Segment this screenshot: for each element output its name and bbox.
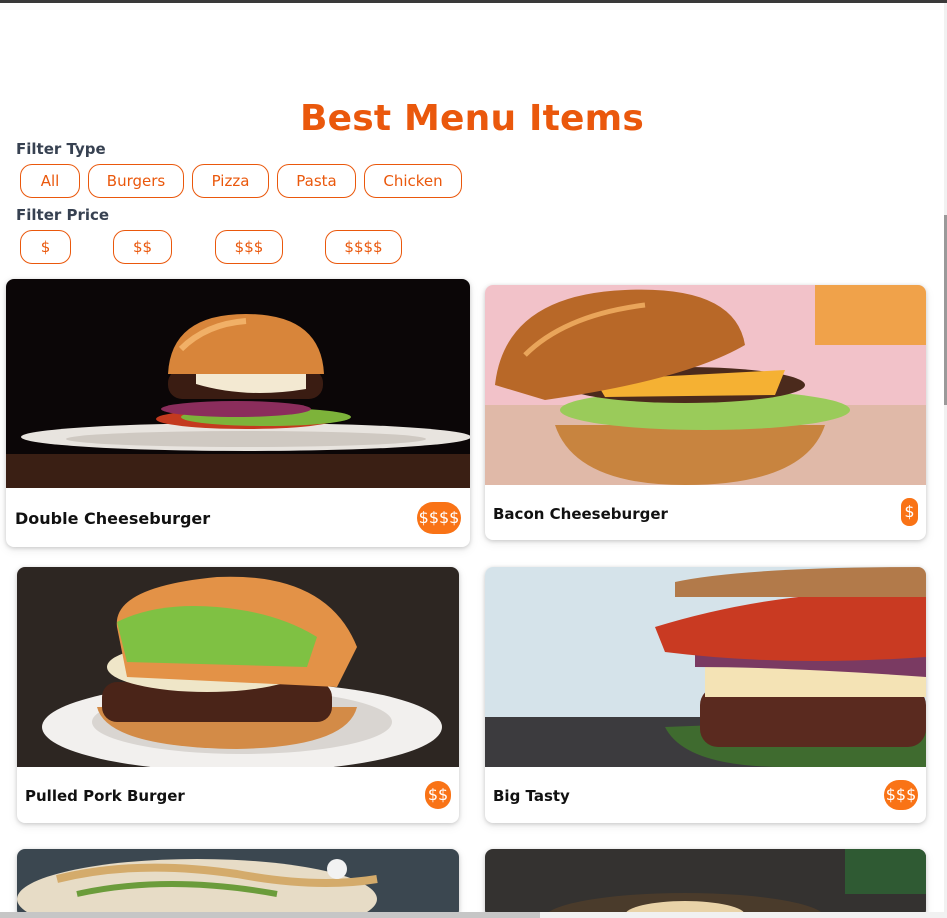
price-badge: $ — [901, 498, 918, 526]
horizontal-scrollbar-thumb[interactable] — [0, 912, 540, 918]
menu-item-image — [485, 849, 926, 918]
filter-price-3-button[interactable]: $$$ — [215, 230, 283, 264]
price-badge: $$$$ — [417, 502, 461, 534]
menu-item-image — [6, 279, 470, 488]
menu-item-card[interactable] — [485, 849, 926, 918]
filter-type-pasta-button[interactable]: Pasta — [277, 164, 356, 198]
menu-item-image — [485, 567, 926, 767]
filter-type-chicken-button[interactable]: Chicken — [364, 164, 462, 198]
menu-item-name: Double Cheeseburger — [15, 509, 211, 528]
page-title: Best Menu Items — [299, 98, 644, 139]
menu-item-image — [17, 567, 459, 767]
filter-type-all-button[interactable]: All — [20, 164, 80, 198]
menu-item-image — [17, 849, 459, 918]
filter-price-1-button[interactable]: $ — [20, 230, 71, 264]
filter-price-label: Filter Price — [16, 206, 110, 224]
menu-item-card[interactable]: Bacon Cheeseburger $ — [485, 285, 926, 540]
price-badge: $$ — [425, 781, 451, 809]
menu-item-name: Big Tasty — [493, 787, 570, 805]
menu-item-image — [485, 285, 926, 485]
menu-item-card[interactable]: Big Tasty $$$ — [485, 567, 926, 823]
filter-type-pizza-button[interactable]: Pizza — [192, 164, 269, 198]
menu-item-name: Bacon Cheeseburger — [493, 505, 668, 523]
filter-type-label: Filter Type — [16, 140, 106, 158]
filter-price-4-button[interactable]: $$$$ — [325, 230, 402, 264]
menu-item-card[interactable] — [17, 849, 459, 918]
price-badge: $$$ — [884, 780, 918, 810]
menu-item-card[interactable]: Pulled Pork Burger $$ — [17, 567, 459, 823]
filter-price-2-button[interactable]: $$ — [113, 230, 172, 264]
menu-item-card[interactable]: Double Cheeseburger $$$$ — [6, 279, 470, 547]
window-top-border — [0, 0, 947, 3]
filter-type-burgers-button[interactable]: Burgers — [88, 164, 184, 198]
menu-item-name: Pulled Pork Burger — [25, 787, 185, 805]
